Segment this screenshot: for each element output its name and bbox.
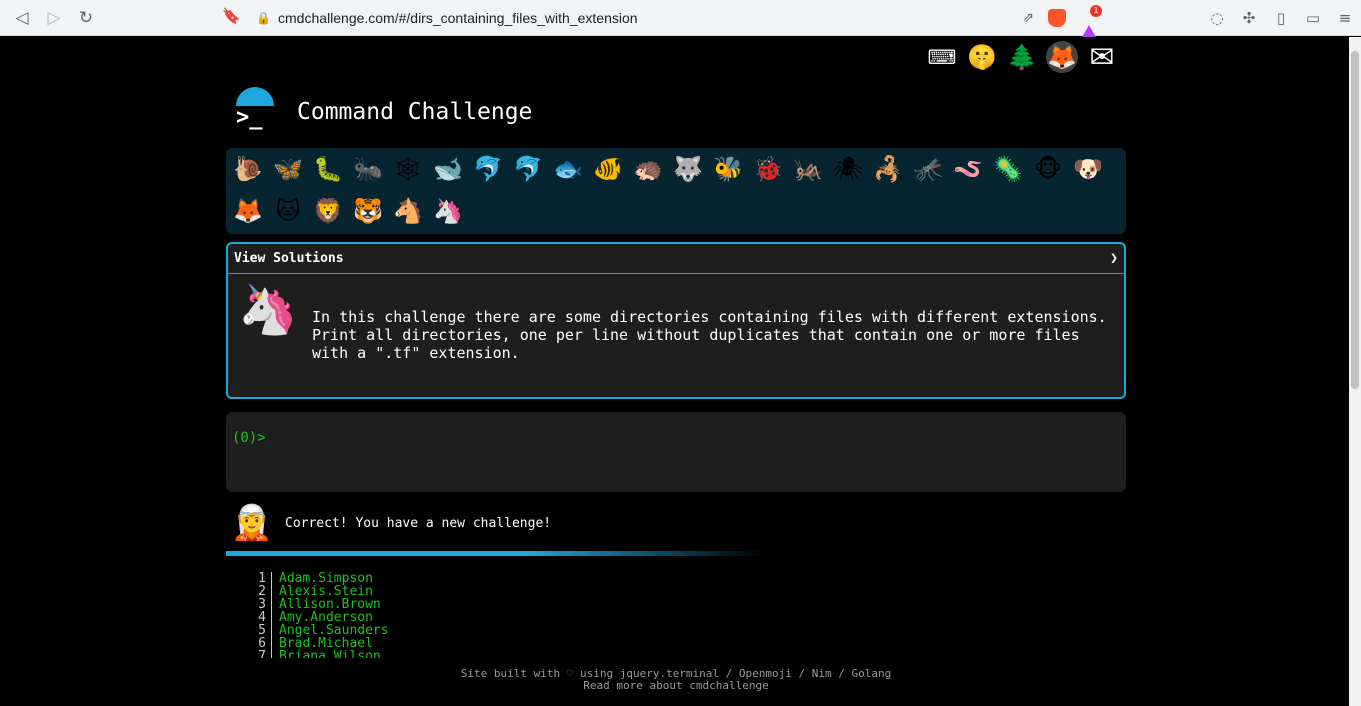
- share-icon[interactable]: ⇗: [1022, 10, 1034, 26]
- level-27-icon[interactable]: 🐴: [388, 190, 428, 232]
- command-output: 1 Adam.Simpson 2 Alexis.Stein 3 Allison.Brown…: [250, 572, 650, 658]
- footer: Site built with ♡ using jquery.terminal …: [226, 668, 1126, 692]
- level-25-icon[interactable]: 🦁: [308, 190, 348, 232]
- progress-bar: [226, 551, 766, 556]
- result-message: 🧝 Correct! You have a new challenge!: [226, 502, 1126, 544]
- level-13-icon[interactable]: 🐝: [708, 148, 748, 190]
- chevron-right-icon: ❯: [1110, 251, 1118, 266]
- level-23-icon[interactable]: 🦊: [228, 190, 268, 232]
- level-11-icon[interactable]: 🦔: [628, 148, 668, 190]
- level-16-icon[interactable]: 🕷: [828, 148, 868, 190]
- shushing-face-icon[interactable]: 🤫: [966, 41, 998, 73]
- level-19-icon[interactable]: 🪱: [948, 148, 988, 190]
- terminal-prompt[interactable]: (0)>: [232, 430, 266, 446]
- sidebar-icon[interactable]: ▯: [1265, 2, 1297, 34]
- brave-rewards-icon[interactable]: 1: [1080, 4, 1102, 41]
- level-2-icon[interactable]: 🦋: [268, 148, 308, 190]
- output-line-value: Briana.Wilson: [279, 649, 381, 658]
- level-5-icon[interactable]: 🕸: [388, 148, 428, 190]
- level-7-icon[interactable]: 🐬: [468, 148, 508, 190]
- level-selector: 🐌 🦋 🐛 🐜 🕸 🐋 🐬 🐬 🐟 🐠 🦔 🐺 🐝 🐞 🦗 🕷 🦂 🦟 🪱 🦠 🐵 🐶 🦊 🐱 🦁 🐯 🐴 🦄: [226, 148, 1126, 234]
- level-26-icon[interactable]: 🐯: [348, 190, 388, 232]
- wallet-icon[interactable]: ▭: [1297, 2, 1329, 34]
- elf-icon: 🧝: [230, 503, 274, 543]
- menu-icon[interactable]: ≡: [1329, 2, 1361, 34]
- output-line: 7 Briana.Wilson: [250, 650, 650, 658]
- level-10-icon[interactable]: 🐠: [588, 148, 628, 190]
- top-icon-bar: ⌨ 🤫 🌲 🦊 ✉: [926, 40, 1118, 75]
- level-14-icon[interactable]: 🐞: [748, 148, 788, 190]
- level-4-icon[interactable]: 🐜: [348, 148, 388, 190]
- site-title: Command Challenge: [297, 99, 533, 125]
- result-text: Correct! You have a new challenge!: [285, 515, 552, 531]
- extensions-icon[interactable]: ✣: [1233, 2, 1265, 34]
- level-15-icon[interactable]: 🦗: [788, 148, 828, 190]
- level-6-icon[interactable]: 🐋: [428, 148, 468, 190]
- terminal[interactable]: (0)>: [226, 412, 1126, 492]
- site-logo: >_: [232, 87, 278, 130]
- lock-icon: 🔒: [256, 10, 271, 25]
- challenge-description: In this challenge there are some directo…: [312, 308, 1107, 362]
- level-20-icon[interactable]: 🦠: [988, 148, 1028, 190]
- level-17-icon[interactable]: 🦂: [868, 148, 908, 190]
- level-28-icon[interactable]: 🦄: [428, 190, 468, 232]
- reload-icon[interactable]: ↻: [70, 2, 102, 34]
- view-solutions-toggle[interactable]: View Solutions ❯: [228, 244, 1124, 274]
- challenge-panel: View Solutions ❯ 🦄 In this challenge the…: [226, 242, 1126, 399]
- level-24-icon[interactable]: 🐱: [268, 190, 308, 232]
- level-22-icon[interactable]: 🐶: [1068, 148, 1108, 190]
- vpn-icon[interactable]: ◌: [1201, 2, 1233, 34]
- level-8-icon[interactable]: 🐬: [508, 148, 548, 190]
- unicorn-icon: 🦄: [238, 282, 298, 338]
- logo-cap-icon: [236, 87, 274, 106]
- address-bar[interactable]: 🔒 cmdchallenge.com/#/dirs_containing_fil…: [220, 4, 1110, 41]
- level-9-icon[interactable]: 🐟: [548, 148, 588, 190]
- level-21-icon[interactable]: 🐵: [1028, 148, 1068, 190]
- email-icon[interactable]: ✉: [1086, 40, 1118, 75]
- scrollbar-thumb[interactable]: [1351, 51, 1359, 389]
- logo-prompt-icon: >_: [236, 105, 263, 130]
- brave-shield-icon[interactable]: [1048, 8, 1066, 27]
- level-12-icon[interactable]: 🐺: [668, 148, 708, 190]
- page-content: ⌨ 🤫 🌲 🦊 ✉ >_ Command Challenge 🐌 🦋 🐛 🐜 🕸 🐋 🐬 🐬 🐟…: [0, 37, 1349, 706]
- forward-arrow-icon[interactable]: ▷: [38, 2, 70, 34]
- browser-toolbar: ◁ ▷ ↻ 🔖 🔒 cmdchallenge.com/#/dirs_contai…: [0, 0, 1361, 41]
- url-text[interactable]: cmdchallenge.com/#/dirs_containing_files…: [278, 10, 638, 26]
- back-arrow-icon[interactable]: ◁: [6, 2, 38, 34]
- footer-read-more-link[interactable]: Read more about cmdchallenge: [226, 680, 1126, 692]
- terminal-logo-icon[interactable]: ⌨: [926, 41, 958, 73]
- view-solutions-label: View Solutions: [234, 251, 344, 266]
- rewards-badge: 1: [1090, 4, 1102, 17]
- level-1-icon[interactable]: 🐌: [228, 148, 268, 190]
- level-3-icon[interactable]: 🐛: [308, 148, 348, 190]
- gitlab-icon[interactable]: 🦊: [1046, 41, 1078, 73]
- output-line-number: 7: [250, 650, 272, 658]
- tree-icon[interactable]: 🌲: [1006, 41, 1038, 73]
- page-scrollbar[interactable]: [1349, 37, 1361, 706]
- level-18-icon[interactable]: 🦟: [908, 148, 948, 190]
